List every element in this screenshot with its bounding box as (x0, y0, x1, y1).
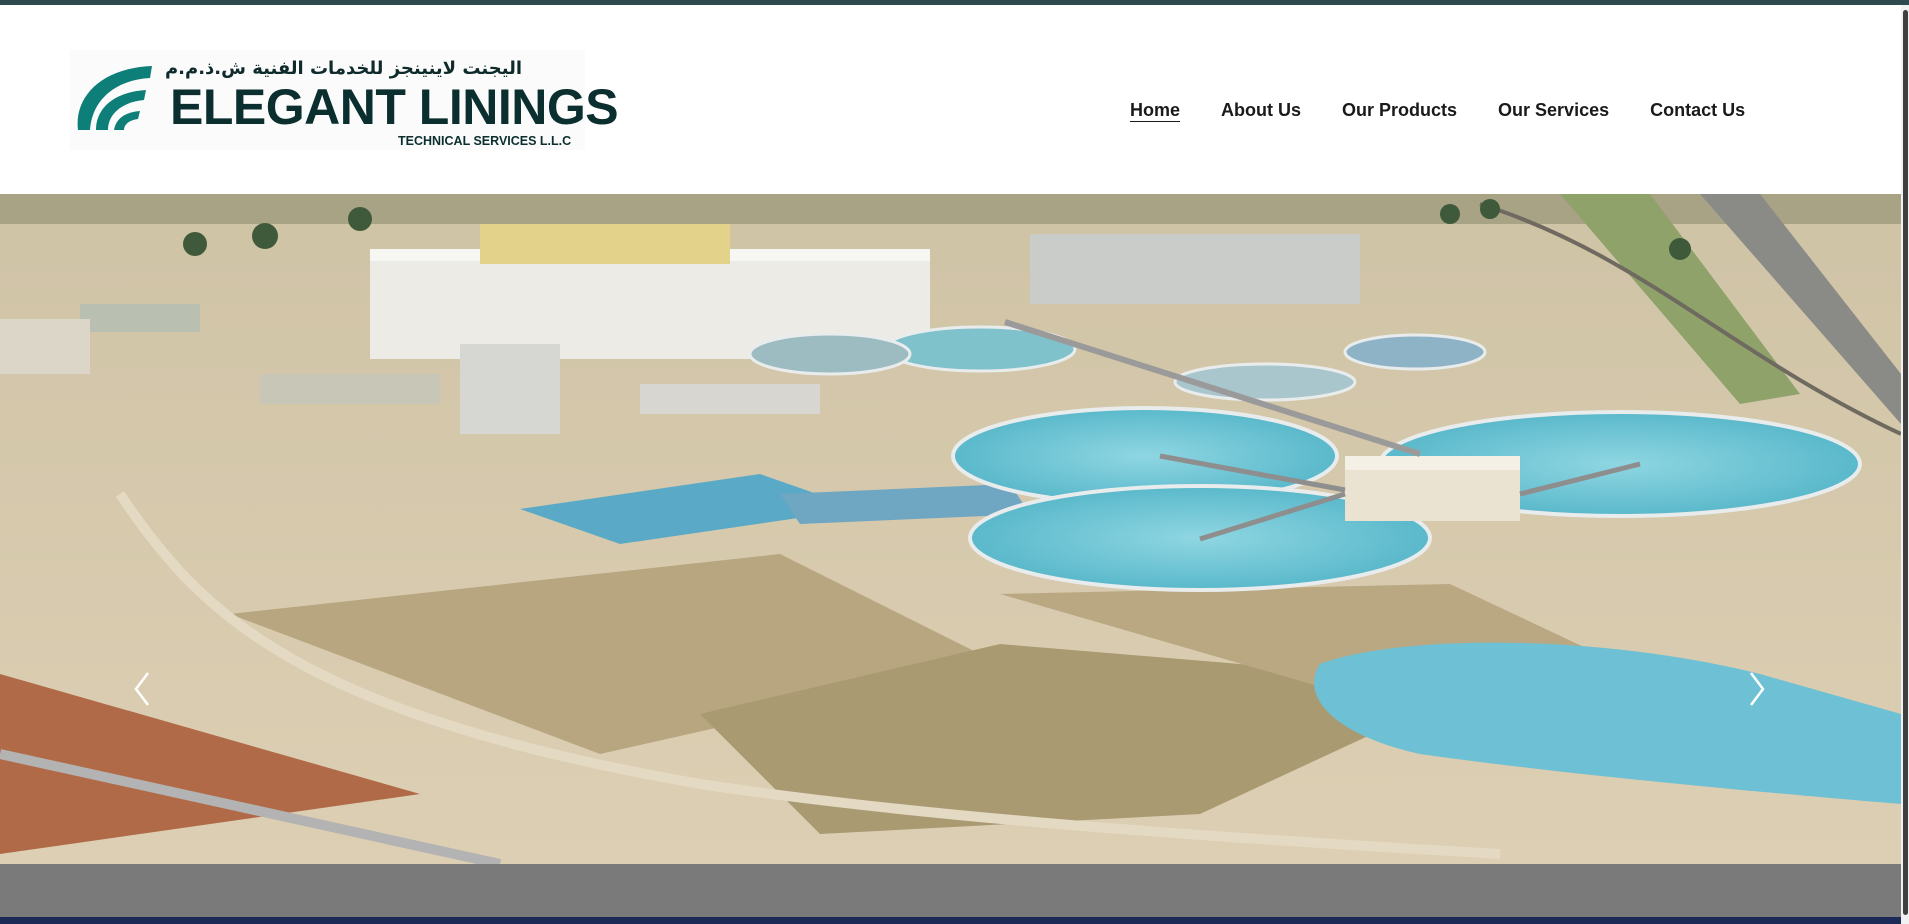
taskbar-strip (0, 917, 1901, 924)
scrollbar-thumb[interactable] (1903, 10, 1908, 915)
logo-arabic-name: اليجنت لاينينجز للخدمات الفنية ش.ذ.م.م (164, 58, 522, 79)
logo-company-name: ELEGANT LININGS (170, 79, 619, 135)
main-navigation: Home About Us Our Products Our Services … (1130, 100, 1786, 121)
logo-tagline: TECHNICAL SERVICES L.L.C (398, 134, 572, 148)
content-band (0, 864, 1901, 917)
nav-our-services[interactable]: Our Services (1498, 100, 1609, 121)
logo-mark-icon (77, 66, 152, 130)
site-header: اليجنت لاينينجز للخدمات الفنية ش.ذ.م.م E… (0, 5, 1901, 194)
nav-about-us[interactable]: About Us (1221, 100, 1301, 121)
chevron-left-icon[interactable] (130, 669, 154, 709)
nav-our-products[interactable]: Our Products (1342, 100, 1457, 121)
hero-aerial-image (0, 194, 1901, 864)
hero-slider (0, 194, 1901, 864)
nav-home[interactable]: Home (1130, 100, 1180, 121)
nav-contact-us[interactable]: Contact Us (1650, 100, 1745, 121)
site-logo[interactable]: اليجنت لاينينجز للخدمات الفنية ش.ذ.م.م E… (70, 50, 619, 150)
chevron-right-icon[interactable] (1745, 669, 1769, 709)
